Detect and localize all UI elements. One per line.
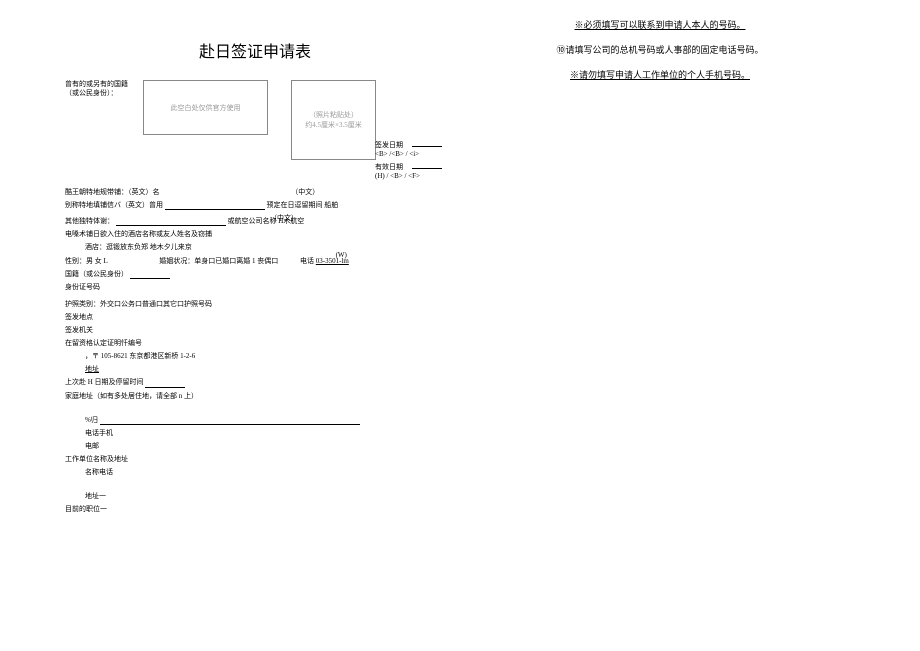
expiry-date-label: 有效日期 (375, 162, 410, 172)
prev-name-input[interactable] (165, 201, 265, 210)
issue-place-label: 签发地点 (65, 313, 445, 322)
date-format-1: <B> /<B> / <i> (375, 150, 419, 158)
other-name-input[interactable] (116, 217, 226, 226)
issue-auth-label: 签发机关 (65, 326, 445, 335)
photo-label: （照片粘贴处） (309, 110, 358, 120)
phone-mobile-label: 电话手机 (85, 429, 445, 438)
other-name-label: 其他独特体谢： (65, 217, 114, 225)
airline-label: 或航空公司名称 H木航空 (228, 217, 305, 225)
last-visit-input[interactable] (145, 379, 185, 388)
photo-box: （照片粘贴处） 约4.5厘米×3.5厘米 (291, 80, 376, 160)
issue-date-label: 签发日期 (375, 140, 410, 150)
nationality-label: 国籍（或公民身份） (65, 270, 128, 278)
nationality-input[interactable] (130, 270, 170, 279)
stay-period-note: 预定在日逗留期间 船舶 (267, 201, 339, 209)
right-note-1: ※必须填写可以联系到申请人本人的号码。 (510, 18, 810, 31)
official-use-box: 此空白处仅供官方使用 (143, 80, 268, 135)
issue-date-line[interactable] (412, 146, 442, 147)
percent-input[interactable] (100, 416, 360, 425)
name-phone-label: 名称电话 (85, 468, 445, 477)
cn-note-1: （中文） (291, 188, 319, 196)
hotel-label: 电嗓术铺日欲入住的酒店名称或友人姓名及窃捕 (65, 230, 445, 239)
work-unit-label: 工作单位名称及地址 (65, 455, 445, 464)
cert-no-label: 在留资格认定证明忏编号 (65, 339, 445, 348)
photo-size: 约4.5厘米×3.5厘米 (305, 120, 361, 130)
position-label: 目前的职位一 (65, 505, 445, 514)
email-label: 电邮 (85, 442, 445, 451)
name-field-label: 酷王朝特地规带铺：（英文）名 (65, 188, 160, 196)
passport-type-label: 护照类别：外交口公务口普通口其它口护照号码 (65, 300, 445, 309)
nationality-note: 曾有的或另有的国籍（或公民身份）： (65, 80, 135, 160)
percent-label: %归 (85, 416, 98, 424)
gender-label: 性别：男 女 L (65, 257, 108, 265)
phone-note-w: (W) (336, 251, 347, 259)
address-text: ，〒 105-8621 东京都港区新桥 1-2-6 (85, 352, 195, 360)
marital-label: 婚姻状况：单身口已婚口离婚 1 丧偶口 (159, 257, 278, 265)
phone-label: 电话 (300, 257, 314, 265)
right-note-2: ⑩请填写公司的总机号码或人事部的固定电话号码。 (510, 43, 810, 56)
doc-title: 赴日签证申请表 (65, 38, 445, 62)
date-format-2: (H) / <B> / <F> (375, 172, 420, 180)
address2-label: 地址一 (85, 492, 445, 501)
prev-name-label: 别称特地填铺信バ（英文）曾用 (65, 201, 163, 209)
last-visit-label: 上次赴 H 日期及停留时间 (65, 378, 144, 386)
hotel-sub-label: 酒店：逛锻放东负郑 地木夕儿来京 (85, 243, 445, 252)
home-addr-label: 家庭地址（如有多处居住地，请全部 n 上） (65, 392, 445, 401)
expiry-date-line[interactable] (412, 168, 442, 169)
address-label: 地址 (85, 365, 445, 374)
id-number-label: 身份证号码 (65, 283, 445, 292)
right-note-3: ※请勿填写申请人工作单位的个人手机号码。 (510, 68, 810, 81)
